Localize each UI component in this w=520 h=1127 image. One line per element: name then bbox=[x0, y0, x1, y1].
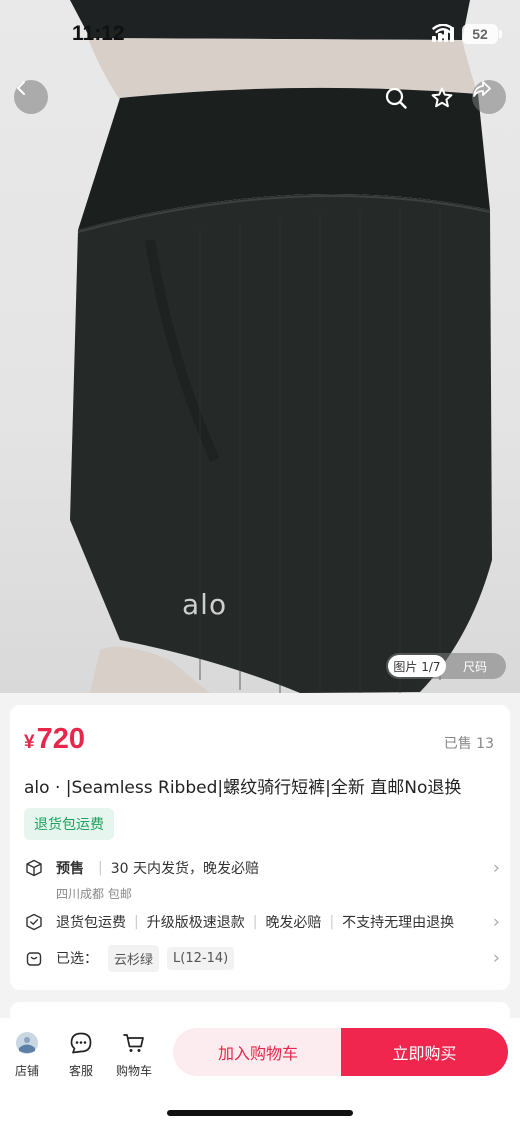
cart-button[interactable]: 购物车 bbox=[116, 1030, 152, 1079]
divider: | bbox=[98, 860, 103, 876]
status-time: 11:12 bbox=[72, 22, 125, 45]
share-icon bbox=[473, 81, 491, 97]
chevron-right-icon: › bbox=[492, 857, 500, 879]
service-item: 不支持无理由退换 bbox=[342, 915, 455, 931]
chevron-right-icon: › bbox=[492, 947, 500, 969]
status-icons: 52 bbox=[432, 24, 502, 44]
cube-icon bbox=[24, 858, 44, 878]
chevron-right-icon: › bbox=[492, 911, 500, 933]
divider: | bbox=[134, 914, 139, 930]
bag-icon bbox=[24, 948, 44, 968]
tab-size[interactable]: 尺码 bbox=[446, 655, 504, 677]
selected-spec-row[interactable]: 已选： 云杉绿 L(12-14) › bbox=[24, 944, 500, 972]
divider: | bbox=[329, 914, 335, 930]
presale-text: 30 天内发货，晚发必赔 bbox=[110, 861, 259, 877]
store-avatar-icon bbox=[14, 1030, 40, 1056]
add-to-cart-button[interactable]: 加入购物车 bbox=[173, 1028, 343, 1076]
bottom-action-bar: 店铺 客服 购物车 加入购物车 立即购买 bbox=[0, 1018, 520, 1127]
presale-row[interactable]: 预售 | 30 天内发货，晚发必赔 › bbox=[24, 857, 500, 879]
brand-logo: alo bbox=[182, 588, 228, 621]
shield-check-icon bbox=[24, 912, 44, 932]
shipping-location: 四川成都 包邮 bbox=[56, 887, 132, 901]
product-image[interactable]: alo 11:12 52 图片 1/7 尺码 bbox=[0, 0, 520, 693]
home-indicator bbox=[167, 1110, 353, 1116]
back-button[interactable] bbox=[14, 80, 48, 114]
gallery-tabs: 图片 1/7 尺码 bbox=[386, 653, 506, 679]
selected-size: L(12-14) bbox=[167, 946, 235, 970]
product-info-card: ¥ 720 已售 13 alo · |Seamless Ribbed|螺纹骑行短… bbox=[10, 705, 510, 990]
divider: | bbox=[252, 914, 258, 930]
star-icon bbox=[431, 87, 453, 108]
selected-color: 云杉绿 bbox=[108, 944, 160, 972]
service-item: 退货包运费 bbox=[56, 915, 126, 931]
chat-icon bbox=[68, 1030, 94, 1056]
search-icon bbox=[385, 87, 407, 109]
cart-label: 购物车 bbox=[116, 1064, 153, 1078]
share-button[interactable] bbox=[472, 80, 506, 114]
customer-service-button[interactable]: 客服 bbox=[68, 1030, 94, 1079]
cart-icon bbox=[121, 1030, 147, 1056]
battery-icon: 52 bbox=[462, 24, 502, 44]
store-button[interactable]: 店铺 bbox=[14, 1030, 40, 1079]
service-item: 升级版极速退款 bbox=[146, 915, 245, 931]
wifi-icon bbox=[432, 24, 454, 39]
buy-now-button[interactable]: 立即购买 bbox=[341, 1028, 508, 1076]
store-label: 店铺 bbox=[14, 1064, 39, 1078]
free-return-tag: 退货包运费 bbox=[24, 808, 114, 840]
service-label: 客服 bbox=[68, 1064, 93, 1078]
chevron-left-icon bbox=[17, 81, 25, 95]
tab-images[interactable]: 图片 1/7 bbox=[388, 655, 446, 677]
sold-count: 已售 13 bbox=[443, 736, 494, 752]
services-row[interactable]: 退货包运费 | 升级版极速退款 | 晚发必赔 | 不支持无理由退换 › bbox=[24, 911, 500, 933]
service-item: 晚发必赔 bbox=[265, 915, 322, 931]
product-title: alo · |Seamless Ribbed|螺纹骑行短裤|全新 直邮No退换 bbox=[24, 778, 462, 798]
price: ¥ 720 bbox=[24, 723, 85, 756]
currency-symbol: ¥ bbox=[24, 732, 35, 753]
price-value: 720 bbox=[36, 723, 85, 755]
selected-label: 已选： bbox=[56, 951, 98, 967]
presale-label: 预售 bbox=[56, 861, 84, 877]
